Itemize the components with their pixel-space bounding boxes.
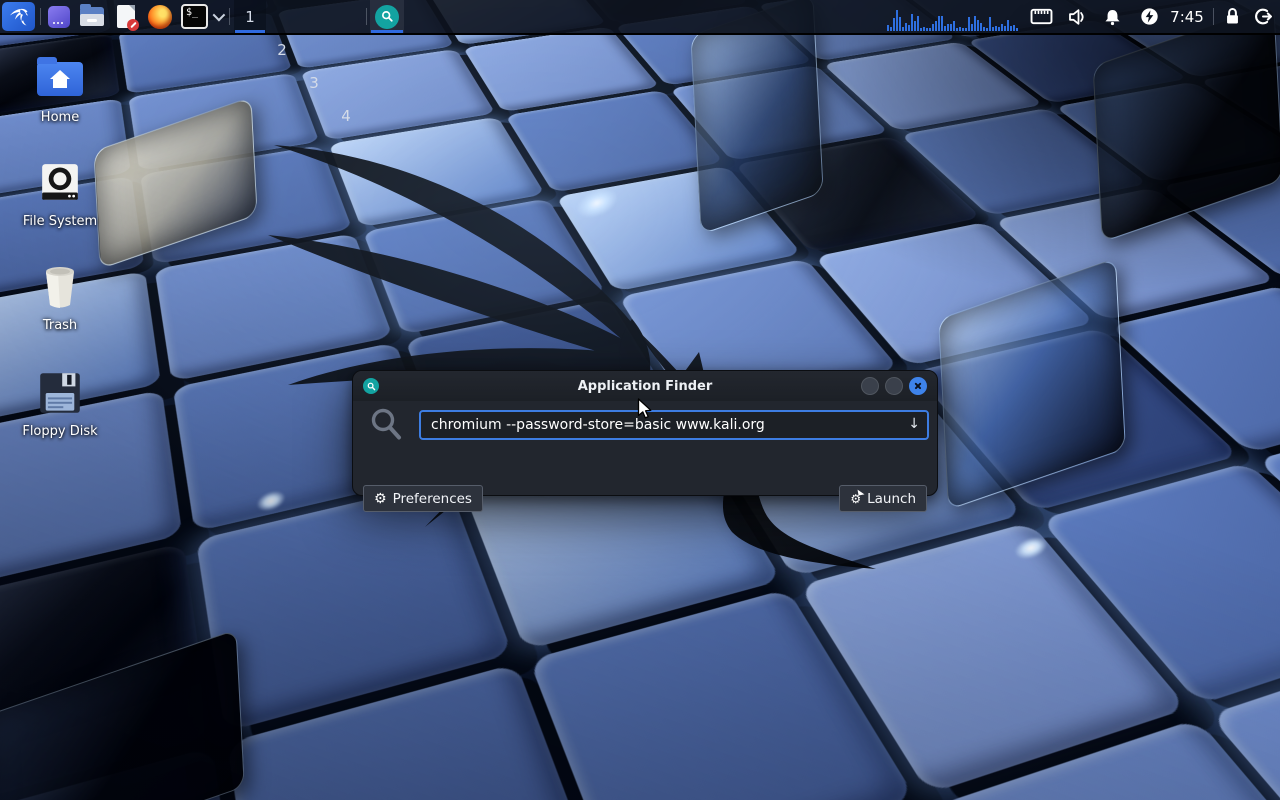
- launcher-file-manager[interactable]: [78, 0, 106, 33]
- search-icon: [369, 406, 405, 444]
- lock-screen-button[interactable]: [1219, 0, 1245, 33]
- window-title: Application Finder: [578, 379, 713, 394]
- ethernet-icon: [1030, 7, 1053, 26]
- desktop-icon-trash[interactable]: Trash: [6, 262, 114, 333]
- firefox-icon: [148, 5, 172, 29]
- terminal-prompt-glyph: $_: [186, 7, 198, 18]
- maximize-button[interactable]: [885, 377, 903, 395]
- appfinder-icon: [375, 5, 399, 29]
- text-editor-icon: [117, 5, 135, 28]
- launcher-text-editor[interactable]: [112, 0, 140, 33]
- preferences-label: Preferences: [393, 491, 472, 507]
- desktop-icon-label: Home: [6, 110, 114, 125]
- home-folder-icon: [6, 54, 114, 104]
- launch-button[interactable]: ⚙ Launch: [839, 485, 927, 512]
- lock-icon: [1224, 7, 1241, 26]
- dropdown-arrow-icon[interactable]: ↓: [908, 416, 920, 432]
- kali-dragon-silhouette: [260, 85, 920, 585]
- power-manager-tray-item[interactable]: [1134, 0, 1164, 33]
- workspace-label: 2: [277, 41, 287, 59]
- network-tray-item[interactable]: [1026, 0, 1056, 33]
- launcher-console[interactable]: [46, 0, 72, 33]
- terminal-dropdown[interactable]: [209, 0, 225, 33]
- workspace-label: 3: [309, 74, 319, 92]
- hard-drive-icon: [6, 158, 114, 208]
- volume-tray-item[interactable]: [1062, 0, 1092, 33]
- launcher-firefox[interactable]: [146, 0, 174, 33]
- desktop-icon-label: Floppy Disk: [6, 424, 114, 439]
- panel-separator: [229, 8, 230, 25]
- panel-separator: [1213, 8, 1214, 25]
- desktop-root: Home File System: [0, 0, 1280, 800]
- desktop-icon-home[interactable]: Home: [6, 54, 114, 125]
- floppy-disk-icon: [6, 368, 114, 418]
- workspace-1-button[interactable]: 1: [234, 0, 266, 33]
- command-input[interactable]: [419, 410, 929, 440]
- clock-text: 7:45: [1170, 8, 1204, 26]
- workspace-4-button[interactable]: 4: [330, 99, 362, 132]
- workspace-2-button[interactable]: 2: [266, 33, 298, 66]
- trash-bin-icon: [6, 262, 114, 312]
- panel-separator: [40, 8, 41, 25]
- cpu-graph[interactable]: [886, 0, 1018, 33]
- launcher-terminal[interactable]: $_: [181, 4, 208, 29]
- panel-separator: [366, 8, 367, 25]
- bell-icon: [1103, 7, 1122, 27]
- launch-label: Launch: [867, 491, 916, 507]
- kali-menu-button[interactable]: [2, 2, 35, 31]
- battery-power-icon: [1140, 7, 1159, 26]
- workspace-3-button[interactable]: 3: [298, 66, 330, 99]
- minimize-button[interactable]: [861, 377, 879, 395]
- panel-clock[interactable]: 7:45: [1164, 0, 1210, 33]
- volume-icon: [1067, 7, 1088, 27]
- notifications-tray-item[interactable]: [1098, 0, 1126, 33]
- logout-icon: [1254, 7, 1273, 26]
- workspace-label: 4: [341, 107, 351, 125]
- close-button[interactable]: [909, 377, 927, 395]
- kali-logo-icon: [7, 5, 31, 29]
- gear-icon: ⚙: [374, 492, 387, 506]
- run-icon: ⚙: [850, 493, 861, 505]
- desktop-icon-file-system[interactable]: File System: [6, 158, 114, 229]
- file-manager-icon: [80, 7, 104, 26]
- command-entry: ↓: [419, 410, 929, 440]
- chevron-down-icon: [212, 9, 225, 22]
- console-icon: [48, 6, 70, 28]
- titlebar[interactable]: Application Finder: [353, 371, 937, 401]
- desktop-icon-label: File System: [6, 214, 114, 229]
- appfinder-titlebar-icon: [363, 378, 379, 394]
- workspace-label: 1: [245, 8, 255, 26]
- appfinder-taskbar-button[interactable]: [370, 0, 404, 33]
- preferences-button[interactable]: ⚙ Preferences: [363, 485, 483, 512]
- desktop-icon-floppy-disk[interactable]: Floppy Disk: [6, 368, 114, 439]
- desktop-icon-label: Trash: [6, 318, 114, 333]
- mouse-cursor: [637, 398, 652, 420]
- logout-button[interactable]: [1249, 0, 1277, 33]
- top-panel: $_ 1 2 3 4: [0, 0, 1280, 35]
- application-finder-window: Application Finder ↓ ⚙ Preferences: [352, 370, 938, 496]
